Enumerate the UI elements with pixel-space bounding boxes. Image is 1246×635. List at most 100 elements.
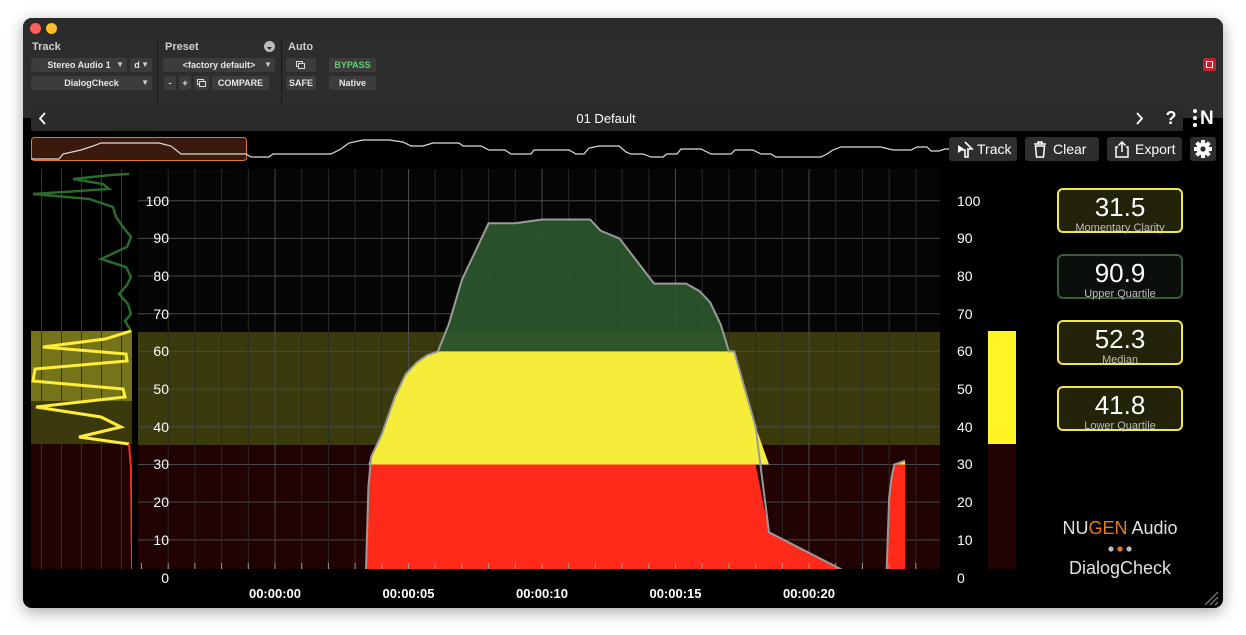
compare-button[interactable]: COMPARE xyxy=(212,76,269,90)
preset-nav-bar: 01 Default xyxy=(31,106,1181,131)
y-tick-label: 0 xyxy=(161,569,169,586)
track-d-select[interactable]: d ▼ xyxy=(130,58,152,72)
x-tick-label: 00:00:10 xyxy=(515,586,569,601)
brand-audio: Audio xyxy=(1127,518,1178,538)
settings-button[interactable] xyxy=(1190,137,1216,161)
meter-fill xyxy=(988,331,1016,444)
loudness-histogram xyxy=(31,169,132,569)
preset-menu-button[interactable] xyxy=(264,41,275,52)
record-icon xyxy=(1206,61,1213,68)
metric-value: 41.8 xyxy=(1094,390,1146,420)
overview-selection[interactable] xyxy=(31,137,247,161)
preset-title: 01 Default xyxy=(576,111,636,126)
chevron-down-icon: ▼ xyxy=(116,60,124,69)
metric-box: 31.5 Momentary Clarity xyxy=(1057,188,1183,234)
gear-icon xyxy=(1194,140,1212,158)
brand-gen: GEN xyxy=(1088,518,1128,538)
clear-button-label: Clear xyxy=(1053,141,1087,157)
auto-label: Auto xyxy=(288,41,314,53)
y-tick-label: 60 xyxy=(153,343,169,360)
momentary-clarity-meter xyxy=(988,331,1016,569)
metric-label: Momentary Clarity xyxy=(1075,222,1165,234)
y-tick-label: 40 xyxy=(957,418,973,435)
plugin-select-value: DialogCheck xyxy=(64,78,119,88)
metric-box: 52.3 Median xyxy=(1057,320,1183,366)
resize-grip-icon[interactable] xyxy=(1203,590,1219,606)
automation-icon xyxy=(296,61,305,69)
preset-select[interactable]: <factory default> ▼ xyxy=(163,58,275,72)
y-tick-label: 80 xyxy=(957,268,973,285)
chevron-right-icon[interactable] xyxy=(1133,112,1145,125)
metric-value: 90.9 xyxy=(1094,258,1146,288)
metric-label: Upper Quartile xyxy=(1084,288,1156,300)
chevron-down-icon: ▼ xyxy=(141,60,149,69)
title-bar xyxy=(23,18,1223,38)
track-select-value: Stereo Audio 1 xyxy=(47,60,111,70)
track-select[interactable]: Stereo Audio 1 ▼ xyxy=(31,58,127,72)
export-button-label: Export xyxy=(1135,141,1176,157)
minimize-window-button[interactable] xyxy=(46,23,57,34)
x-tick-label: 00:00:15 xyxy=(649,586,702,601)
brand-title: NUGEN Audio xyxy=(1057,518,1183,539)
y-tick-label: 30 xyxy=(957,456,973,473)
x-tick-label: 00:00:00 xyxy=(248,586,302,601)
y-tick-label: 100 xyxy=(957,192,981,209)
y-tick-label: 0 xyxy=(957,569,965,586)
track-label: Track xyxy=(32,41,61,53)
brand-nu: NU xyxy=(1062,518,1089,538)
y-tick-label: 60 xyxy=(957,343,973,360)
copy-icon xyxy=(197,79,206,87)
logo-dots-icon xyxy=(1193,109,1197,127)
y-tick-label: 50 xyxy=(957,381,973,398)
x-tick-label: 00:00:05 xyxy=(382,586,435,601)
product-name: DialogCheck xyxy=(1068,558,1172,578)
export-icon xyxy=(1115,141,1129,158)
y-tick-label: 10 xyxy=(957,531,973,548)
metric-value: 31.5 xyxy=(1094,192,1146,222)
y-tick-label: 80 xyxy=(153,268,169,285)
overview-timeline[interactable] xyxy=(31,137,951,163)
export-button[interactable]: Export xyxy=(1107,137,1182,161)
dialog-clarity-plot xyxy=(138,169,940,569)
x-tick-label: 00:00:20 xyxy=(782,586,836,601)
metric-box: 90.9 Upper Quartile xyxy=(1057,254,1183,300)
preset-next-button[interactable]: + xyxy=(179,76,191,90)
chevron-down-icon xyxy=(267,47,272,50)
y-tick-label: 50 xyxy=(153,381,169,398)
clear-button[interactable]: Clear xyxy=(1025,137,1099,161)
y-tick-label: 30 xyxy=(153,456,169,473)
plugin-window: Track Stereo Audio 1 ▼ d ▼ DialogCheck ▼ Pr… xyxy=(23,18,1223,608)
nugen-logo-button[interactable]: N xyxy=(1191,106,1217,131)
y-tick-label: 90 xyxy=(957,230,973,247)
track-button[interactable]: Track xyxy=(949,137,1017,161)
native-button[interactable]: Native xyxy=(329,76,376,90)
y-tick-label: 70 xyxy=(153,305,169,322)
logo-letter: N xyxy=(1200,108,1214,129)
track-pin-icon xyxy=(958,141,974,158)
y-tick-label: 100 xyxy=(145,192,169,209)
close-window-button[interactable] xyxy=(30,23,41,34)
y-tick-label: 10 xyxy=(153,531,169,548)
metric-value: 52.3 xyxy=(1094,324,1146,354)
automation-button[interactable] xyxy=(286,58,316,72)
metric-label: Lower Quartile xyxy=(1084,420,1156,432)
track-d-value: d xyxy=(134,60,140,70)
metric-box: 41.8 Lower Quartile xyxy=(1057,386,1183,432)
preset-prev-button[interactable]: - xyxy=(164,76,176,90)
bypass-button[interactable]: BYPASS xyxy=(329,58,376,72)
safe-button[interactable]: SAFE xyxy=(286,76,316,90)
metric-label: Median xyxy=(1101,354,1139,366)
brand-dots-icon xyxy=(1108,546,1132,552)
y-tick-label: 70 xyxy=(957,305,973,322)
plugin-select[interactable]: DialogCheck ▼ xyxy=(31,76,152,90)
help-button[interactable]: ? xyxy=(1159,106,1183,131)
y-tick-label: 20 xyxy=(957,494,973,511)
preset-select-value: <factory default> xyxy=(182,60,256,70)
track-button-label: Track xyxy=(977,141,1012,157)
trash-icon xyxy=(1034,141,1046,158)
y-tick-label: 40 xyxy=(153,418,169,435)
copy-settings-button[interactable] xyxy=(194,76,209,90)
chevron-down-icon: ▼ xyxy=(264,60,272,69)
chevron-down-icon: ▼ xyxy=(141,78,149,87)
record-indicator-button[interactable] xyxy=(1203,58,1216,71)
